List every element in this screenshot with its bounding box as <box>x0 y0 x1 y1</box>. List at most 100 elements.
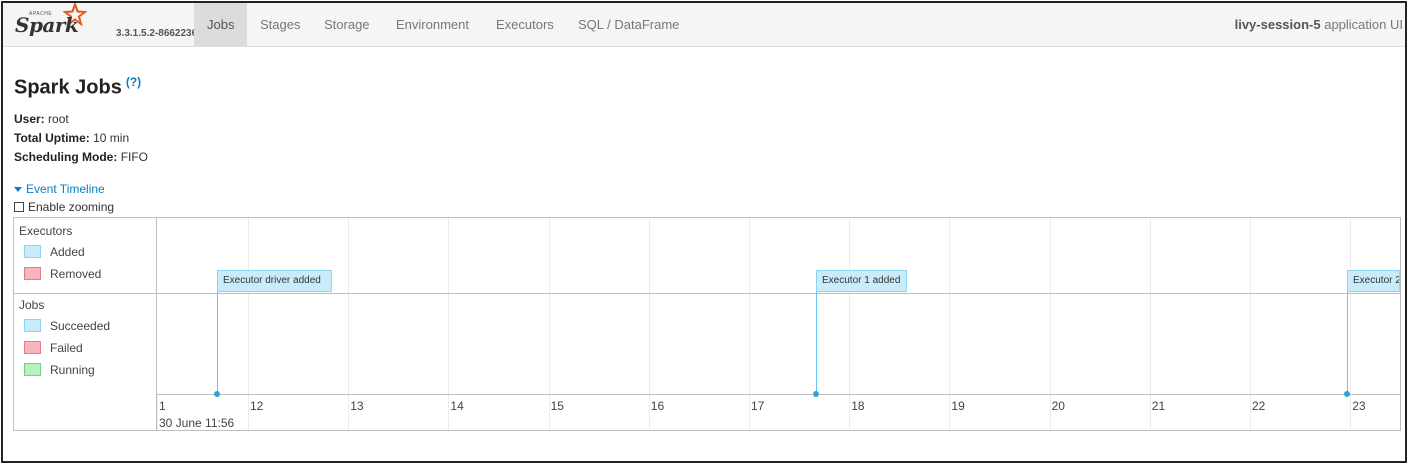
application-name: livy-session-5 application UI <box>1235 3 1403 46</box>
legend-label: Removed <box>50 267 102 281</box>
grid-line <box>749 218 750 394</box>
axis-tick <box>248 394 249 430</box>
axis-tick-label: 20 <box>1051 399 1065 413</box>
jobs-group-label: Jobs <box>19 298 45 312</box>
axis-tick-label: 14 <box>450 399 464 413</box>
legend-swatch <box>24 319 41 332</box>
executor-driver-added-event[interactable]: Executor driver added <box>217 270 332 292</box>
event-marker-dot[interactable] <box>813 391 819 397</box>
event-marker-dot[interactable] <box>1344 391 1350 397</box>
spark-ui-window: APACHE Spark 3.3.1.5.2-86622364 Jobs Sta… <box>1 1 1407 463</box>
grid-line <box>1149 218 1151 394</box>
legend-swatch <box>24 341 41 354</box>
axis-tick <box>157 394 158 430</box>
event-timeline-toggle[interactable]: Event Timeline <box>14 182 105 196</box>
axis-tick-label: 17 <box>751 399 765 413</box>
grid-line <box>1049 218 1051 394</box>
legend-executor-removed: Removed <box>24 267 101 281</box>
legend-swatch <box>24 245 41 258</box>
event-timeline[interactable]: Executors Added Removed Jobs Succeeded F… <box>13 217 1401 431</box>
legend-swatch <box>24 267 41 280</box>
legend-swatch <box>24 363 41 376</box>
axis-tick-label: 12 <box>250 399 264 413</box>
grid-line <box>648 218 650 394</box>
event-marker-line <box>1347 292 1348 395</box>
page-title: Spark Jobs (?) <box>14 75 141 100</box>
checkbox-icon[interactable] <box>14 202 24 212</box>
uptime-value: 10 min <box>93 131 130 145</box>
axis-tick <box>749 394 750 430</box>
executor-2-added-event[interactable]: Executor 2 <box>1347 270 1400 292</box>
grid-line <box>548 218 550 394</box>
executor-1-added-event[interactable]: Executor 1 added <box>816 270 907 292</box>
legend-label: Running <box>50 363 95 377</box>
tab-environment[interactable]: Environment <box>383 3 482 46</box>
axis-tick-label: 22 <box>1252 399 1266 413</box>
axis-tick <box>1350 394 1352 430</box>
navbar: APACHE Spark 3.3.1.5.2-86622364 Jobs Sta… <box>3 3 1405 47</box>
grid-line <box>248 218 249 394</box>
legend-executor-added: Added <box>24 245 85 259</box>
help-link[interactable]: (?) <box>126 75 141 89</box>
axis-tick <box>348 394 350 430</box>
grid-line <box>1250 218 1251 394</box>
axis-tick-label: 23 <box>1352 399 1366 413</box>
grid-line <box>949 218 951 394</box>
spark-logo[interactable]: APACHE Spark <box>13 3 109 45</box>
axis-tick <box>1250 394 1251 430</box>
legend-job-succeeded: Succeeded <box>24 319 110 333</box>
user-info: User: root <box>14 112 69 126</box>
brand-wordmark: Spark <box>15 13 79 37</box>
axis-tick <box>849 394 851 430</box>
axis-tick <box>648 394 650 430</box>
axis-tick <box>548 394 550 430</box>
caret-down-icon <box>14 187 22 193</box>
app-session-name: livy-session-5 <box>1234 17 1321 32</box>
grid-line <box>348 218 350 394</box>
tab-stages[interactable]: Stages <box>247 3 313 46</box>
axis-tick-label: 1 <box>159 399 166 413</box>
scheduling-mode-label: Scheduling Mode: <box>14 150 118 164</box>
scheduling-mode-info: Scheduling Mode: FIFO <box>14 150 148 164</box>
axis-tick-label: 15 <box>550 399 564 413</box>
enable-zooming-label: Enable zooming <box>28 200 115 214</box>
tab-sql-dataframe[interactable]: SQL / DataFrame <box>565 3 692 46</box>
scheduling-mode-value: FIFO <box>120 150 149 164</box>
axis-tick <box>1149 394 1151 430</box>
tab-storage[interactable]: Storage <box>311 3 383 46</box>
legend-label: Added <box>50 245 85 259</box>
uptime-info: Total Uptime: 10 min <box>14 131 129 145</box>
axis-date-label: 30 June 11:56 <box>159 416 235 430</box>
group-separator <box>14 293 1400 294</box>
timeline-legend-panel: Executors Added Removed Jobs Succeeded F… <box>14 218 157 430</box>
executors-group-label: Executors <box>19 224 73 238</box>
grid-line <box>1350 218 1352 394</box>
app-suffix: application UI <box>1324 17 1403 32</box>
page-title-text: Spark Jobs <box>14 76 122 99</box>
event-timeline-label: Event Timeline <box>26 182 105 196</box>
axis-tick-label: 21 <box>1151 399 1166 413</box>
event-marker-line <box>217 292 218 395</box>
axis-tick <box>949 394 951 430</box>
spark-version: 3.3.1.5.2-86622364 <box>116 28 203 39</box>
user-label: User: <box>14 112 45 126</box>
event-marker-line <box>816 292 817 395</box>
grid-line <box>448 218 450 394</box>
axis-tick <box>1049 394 1051 430</box>
legend-label: Succeeded <box>50 319 111 333</box>
legend-job-running: Running <box>24 363 95 377</box>
legend-job-failed: Failed <box>24 341 83 355</box>
tab-executors[interactable]: Executors <box>483 3 567 46</box>
legend-label: Failed <box>50 341 83 355</box>
time-axis <box>157 394 1400 395</box>
grid-line <box>849 218 851 394</box>
axis-tick <box>448 394 450 430</box>
enable-zooming-checkbox[interactable]: Enable zooming <box>14 200 114 214</box>
event-marker-dot[interactable] <box>214 391 220 397</box>
axis-tick-label: 19 <box>951 399 965 413</box>
axis-tick-label: 18 <box>851 399 865 413</box>
axis-tick-label: 13 <box>350 399 364 413</box>
tab-jobs[interactable]: Jobs <box>194 3 248 46</box>
axis-tick-label: 16 <box>650 399 665 413</box>
user-value: root <box>48 112 69 126</box>
